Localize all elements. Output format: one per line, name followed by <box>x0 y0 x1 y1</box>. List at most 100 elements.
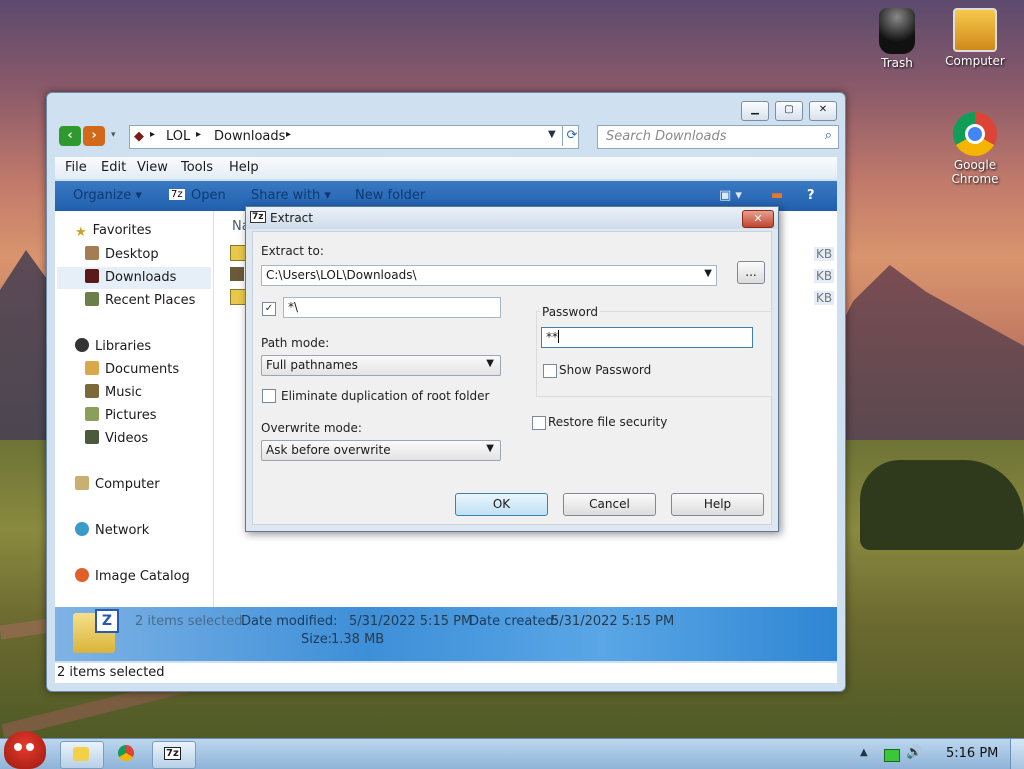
open-button[interactable]: Open <box>191 188 226 203</box>
show-desktop-button[interactable] <box>1010 739 1024 769</box>
file-size: KB <box>814 291 835 305</box>
date-modified-value: 5/31/2022 5:15 PM <box>349 614 473 629</box>
share-with-button[interactable]: Share with ▾ <box>251 188 331 203</box>
star-icon: ★ <box>75 225 87 240</box>
extract-to-label: Extract to: <box>261 244 324 258</box>
password-group-label: Password <box>540 305 601 319</box>
sidebar-label: Computer <box>95 477 160 492</box>
status-text: 2 items selected <box>57 665 165 680</box>
sidebar-item-image-catalog[interactable]: Image Catalog <box>75 568 190 584</box>
address-bar[interactable]: ◆ ▸ LOL ▸ Downloads ▸ ▼ ⟳ <box>129 125 579 149</box>
sidebar-item-videos[interactable]: Videos <box>85 430 148 446</box>
sidebar-label: Recent Places <box>105 293 196 308</box>
taskbar-explorer-button[interactable] <box>60 741 104 769</box>
view-options-icon[interactable]: ▣ ▾ <box>719 188 742 203</box>
date-created-label: Date created: <box>469 614 559 629</box>
chrome-desktop-icon[interactable]: Google Chrome <box>935 112 1015 186</box>
battery-icon[interactable] <box>884 749 900 762</box>
cancel-button[interactable]: Cancel <box>563 493 656 516</box>
volume-icon[interactable]: 🔊 <box>906 745 922 760</box>
seven-zip-icon: 7z <box>164 747 181 760</box>
dialog-title-bar[interactable]: 7z Extract ✕ <box>246 207 778 229</box>
archive-file-icon[interactable] <box>230 289 246 305</box>
overwrite-mode-select[interactable]: Ask before overwrite ▼ <box>261 440 501 461</box>
clock[interactable]: 5:16 PM <box>946 746 998 761</box>
dialog-body: Extract to: C:\Users\LOL\Downloads\ ▼ ..… <box>252 231 772 525</box>
help-icon[interactable]: ? <box>807 188 815 203</box>
taskbar-7zip-button[interactable]: 7z <box>152 741 196 769</box>
file-size: KB <box>814 269 835 283</box>
breadcrumb-downloads[interactable]: Downloads <box>214 129 285 144</box>
path-mode-select[interactable]: Full pathnames ▼ <box>261 355 501 376</box>
menu-tools[interactable]: Tools <box>181 160 213 175</box>
date-modified-label: Date modified: <box>241 614 338 629</box>
sidebar-item-recent-places[interactable]: Recent Places <box>85 292 195 308</box>
dialog-close-button[interactable]: ✕ <box>742 210 774 228</box>
sidebar-item-favorites[interactable]: ★ Favorites <box>75 223 151 240</box>
sidebar-label: Music <box>105 385 142 400</box>
eliminate-duplication-checkbox[interactable] <box>262 389 276 403</box>
search-icon[interactable]: ⌕ <box>825 128 832 143</box>
subfolder-checkbox[interactable]: ✓ <box>262 302 276 316</box>
show-password-checkbox[interactable] <box>543 364 557 378</box>
archive-file-icon[interactable] <box>230 245 246 261</box>
taskbar: 7z ▲ 🔊 5:16 PM <box>0 731 1024 769</box>
chevron-down-icon: ▼ <box>704 268 712 279</box>
password-value: ** <box>546 330 558 344</box>
address-dropdown-icon[interactable]: ▼ <box>548 129 556 140</box>
recent-pages-chevron-icon[interactable]: ▾ <box>111 130 116 140</box>
sidebar-label: Videos <box>105 431 149 446</box>
subfolder-input[interactable]: *\ <box>283 297 501 318</box>
sidebar-item-downloads[interactable]: Downloads <box>85 269 176 285</box>
sidebar-item-pictures[interactable]: Pictures <box>85 407 156 423</box>
sidebar-item-desktop[interactable]: Desktop <box>85 246 159 262</box>
chevron-down-icon: ▼ <box>486 443 494 454</box>
breadcrumb-separator-icon: ▸ <box>196 129 202 140</box>
tray-expand-icon[interactable]: ▲ <box>860 747 868 758</box>
organize-button[interactable]: Organize ▾ <box>73 188 142 203</box>
sidebar-item-libraries[interactable]: Libraries <box>75 338 151 354</box>
extract-to-value: C:\Users\LOL\Downloads\ <box>266 268 417 282</box>
sidebar-item-documents[interactable]: Documents <box>85 361 179 377</box>
password-input[interactable]: ** <box>541 327 753 348</box>
eliminate-duplication-label: Eliminate duplication of root folder <box>281 389 490 403</box>
sidebar-item-computer[interactable]: Computer <box>75 476 160 492</box>
computer-desktop-icon[interactable]: Computer <box>935 8 1015 68</box>
breadcrumb-separator-icon: ▸ <box>150 129 156 140</box>
menu-edit[interactable]: Edit <box>101 160 126 175</box>
sidebar-item-network[interactable]: Network <box>75 522 149 538</box>
sidebar-label: Documents <box>105 362 180 377</box>
file-size: KB <box>814 247 835 261</box>
recent-places-icon <box>85 292 99 306</box>
sidebar-label: Downloads <box>105 270 177 285</box>
forward-button[interactable]: › <box>83 126 105 146</box>
minimize-button[interactable]: ▁ <box>741 101 769 121</box>
browse-button[interactable]: ... <box>737 261 765 284</box>
menu-file[interactable]: File <box>65 160 87 175</box>
close-button[interactable]: ✕ <box>809 101 837 121</box>
start-button[interactable] <box>4 731 46 769</box>
documents-icon <box>85 361 99 375</box>
refresh-icon[interactable]: ⟳ <box>562 126 581 146</box>
new-folder-button[interactable]: New folder <box>355 188 425 203</box>
breadcrumb-lol[interactable]: LOL <box>166 129 190 144</box>
menu-view[interactable]: View <box>137 160 168 175</box>
help-button[interactable]: Help <box>671 493 764 516</box>
details-pane: Z 2 items selected Date modified: 5/31/2… <box>55 607 837 661</box>
overwrite-mode-label: Overwrite mode: <box>261 421 362 435</box>
restore-security-checkbox[interactable] <box>532 416 546 430</box>
breadcrumb-separator-icon: ▸ <box>286 129 292 140</box>
maximize-button[interactable]: ▢ <box>775 101 803 121</box>
sidebar-label: Pictures <box>105 408 157 423</box>
sidebar-item-music[interactable]: Music <box>85 384 142 400</box>
image-file-icon[interactable] <box>230 267 244 281</box>
search-input[interactable]: Search Downloads ⌕ <box>597 125 839 149</box>
trash-label: Trash <box>881 56 913 70</box>
menu-help[interactable]: Help <box>229 160 259 175</box>
ok-button[interactable]: OK <box>455 493 548 516</box>
taskbar-chrome-icon[interactable] <box>118 745 134 761</box>
extract-to-combo[interactable]: C:\Users\LOL\Downloads\ ▼ <box>261 265 717 286</box>
preview-pane-icon[interactable]: ▬ <box>771 188 783 203</box>
back-button[interactable]: ‹ <box>59 126 81 146</box>
trash-desktop-icon[interactable]: Trash <box>857 8 937 70</box>
